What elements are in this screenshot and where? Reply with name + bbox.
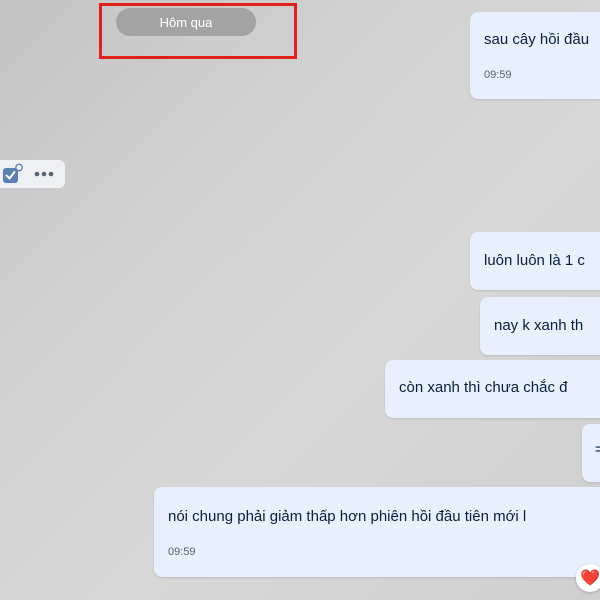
message-bubble[interactable]: nói chung phải giảm thấp hơn phiên hồi đ… [154, 487, 600, 577]
message-text: còn xanh thì chưa chắc đ [399, 379, 568, 396]
message-time: 09:59 [168, 546, 196, 558]
message-text: sau cây hồi đầu [484, 31, 590, 48]
more-options-icon[interactable] [34, 171, 54, 177]
message-bubble[interactable]: nay k xanh th [480, 297, 600, 355]
message-time: 09:59 [484, 69, 512, 81]
message-bubble[interactable]: = [582, 424, 600, 482]
highlight-annotation-box [99, 3, 297, 59]
heart-reaction-icon[interactable]: ❤️ [576, 564, 600, 592]
message-text: luôn luôn là 1 c [484, 252, 585, 269]
message-bubble[interactable]: sau cây hồi đầu 09:59 [470, 12, 600, 99]
reaction-check-icon[interactable] [2, 163, 24, 185]
message-bubble[interactable]: luôn luôn là 1 c [470, 232, 600, 290]
message-text: nay k xanh th [494, 317, 584, 334]
message-text: = [595, 441, 600, 458]
message-action-bar [0, 160, 65, 188]
message-bubble[interactable]: còn xanh thì chưa chắc đ [385, 360, 600, 418]
chat-area: Hôm qua sau cây hồi đầu 09:59 luôn luôn … [0, 0, 600, 600]
heart-reaction-emoji: ❤️ [580, 570, 600, 587]
message-text: nói chung phải giảm thấp hơn phiên hồi đ… [168, 508, 527, 525]
